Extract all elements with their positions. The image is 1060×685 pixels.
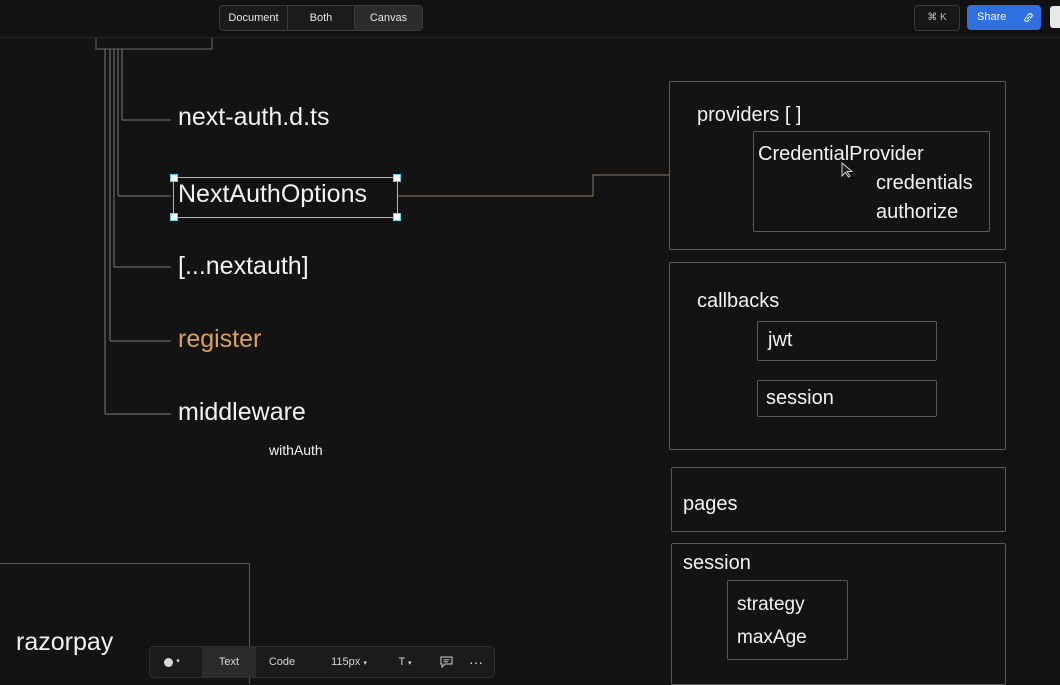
- jwt-label: jwt: [768, 329, 793, 351]
- font-size-value: 115px: [331, 656, 361, 668]
- next-auth-dts-node[interactable]: next-auth.d.ts: [178, 103, 329, 132]
- resize-handle[interactable]: [170, 174, 178, 182]
- resize-handle[interactable]: [393, 213, 401, 221]
- chevron-down-icon: ▾: [408, 660, 412, 667]
- chevron-down-icon: ▾: [176, 658, 180, 666]
- code-mode-button[interactable]: Code: [256, 647, 308, 677]
- selection-frame: [170, 174, 401, 221]
- pages-title: pages: [683, 493, 738, 515]
- color-dot-icon: [164, 657, 174, 667]
- comment-icon: [440, 656, 452, 669]
- comment-button[interactable]: [436, 647, 456, 677]
- max-age-label: maxAge: [737, 627, 807, 648]
- bottom-toolbar: ▾ Text Code 115px ▾ T ▾ ···: [149, 646, 495, 678]
- chevron-down-icon: ▾: [363, 660, 367, 667]
- authorize-label: authorize: [876, 201, 959, 223]
- session-title: session: [683, 552, 751, 574]
- resize-handle[interactable]: [393, 174, 401, 182]
- nextauth-route-node[interactable]: [...nextauth]: [178, 252, 309, 281]
- text-mode-button[interactable]: Text: [202, 647, 256, 677]
- color-picker-button[interactable]: ▾: [158, 647, 186, 677]
- middleware-node[interactable]: middleware: [178, 398, 306, 427]
- resize-handle[interactable]: [170, 213, 178, 221]
- with-auth-node[interactable]: withAuth: [269, 442, 323, 458]
- razorpay-label: razorpay: [16, 628, 114, 656]
- callbacks-title: callbacks: [697, 290, 780, 312]
- callback-session-label: session: [766, 387, 834, 409]
- strategy-label: strategy: [737, 594, 805, 615]
- text-style-select[interactable]: T ▾: [394, 647, 416, 677]
- credentials-label: credentials: [876, 172, 973, 194]
- text-style-value: T: [398, 656, 405, 668]
- cursor-icon: [841, 161, 854, 178]
- providers-title: providers [ ]: [697, 104, 802, 126]
- register-node[interactable]: register: [178, 325, 261, 354]
- more-options-icon[interactable]: ···: [464, 647, 488, 677]
- font-size-select[interactable]: 115px ▾: [326, 647, 372, 677]
